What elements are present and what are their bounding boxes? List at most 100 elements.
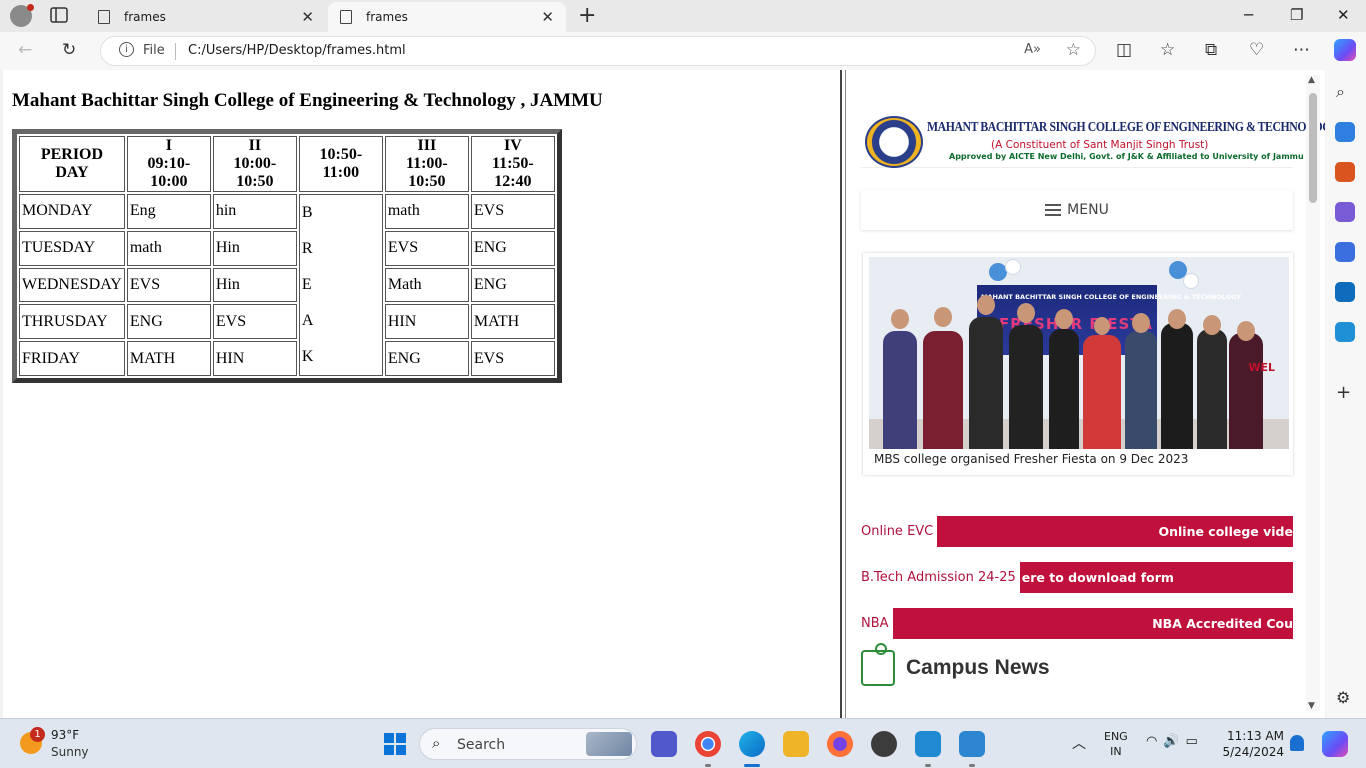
banner-text: MAHANT BACHITTAR SINGH COLLEGE OF ENGINE… [981, 293, 1242, 301]
browser-essentials-icon[interactable]: ♡ [1249, 40, 1264, 60]
book-reader-icon [861, 643, 895, 686]
ticker-label[interactable]: Online EVC [861, 524, 937, 539]
minimize-icon[interactable]: ─ [1244, 6, 1253, 24]
document-icon [98, 10, 110, 24]
firefox-icon[interactable] [827, 731, 853, 757]
show-hidden-icons-chevron-icon[interactable]: ︿ [1072, 733, 1086, 753]
tab-frames-1[interactable]: frames ✕ [86, 2, 326, 32]
subject-cell: MATH [126, 341, 211, 376]
split-screen-icon[interactable]: ◫ [1116, 40, 1132, 60]
person [1197, 329, 1227, 449]
site-name: MAHANT BACHITTAR SINGH COLLEGE OF ENGINE… [927, 120, 1325, 135]
person [1049, 329, 1079, 449]
favorites-icon[interactable]: ☆ [1160, 40, 1175, 60]
notification-bell-icon[interactable] [1290, 735, 1304, 751]
ticker-label[interactable]: NBA [861, 616, 893, 631]
person [969, 317, 1003, 449]
search-highlight-art[interactable] [586, 732, 632, 756]
restore-icon[interactable]: ❐ [1290, 6, 1303, 24]
edge-icon[interactable] [739, 731, 765, 757]
weather-desc[interactable]: Sunny [51, 745, 89, 759]
news-photo[interactable]: MAHANT BACHITTAR SINGH COLLEGE OF ENGINE… [869, 257, 1289, 449]
read-aloud-icon[interactable]: A» [1024, 42, 1041, 57]
campus-news-heading: Campus News [861, 643, 1050, 686]
shopping-tag-icon[interactable] [1335, 122, 1355, 142]
ticker-online-evc[interactable]: Online EVC Online college vide [861, 516, 1293, 547]
new-tab-icon[interactable]: + [578, 3, 596, 28]
profile-avatar-icon[interactable] [10, 4, 34, 27]
network-volume-battery-icons[interactable]: ◠🔊▭ [1146, 734, 1204, 749]
table-row: WEDNESDAY EVS Hin Math ENG [19, 267, 555, 303]
subject-cell: Eng [126, 194, 211, 229]
file-explorer-icon[interactable] [783, 731, 809, 757]
person [1083, 335, 1121, 449]
taskbar-search[interactable]: ⌕ Search [419, 728, 637, 760]
table-row: MONDAY Eng hin B R E A K math EVS [19, 194, 555, 376]
wordpress-icon[interactable] [871, 731, 897, 757]
outlook-icon[interactable] [1335, 282, 1355, 302]
drop-icon[interactable] [1335, 322, 1355, 342]
ticker-btech-admission[interactable]: B.Tech Admission 24-25 ere to download f… [861, 562, 1293, 593]
close-window-icon[interactable]: ✕ [1337, 6, 1350, 24]
taskbar: 1 93°F Sunny ⌕ Search ︿ ENG IN ◠🔊▭ 11:13… [0, 718, 1366, 768]
more-options-icon[interactable]: ⋯ [1293, 40, 1310, 60]
scroll-up-icon[interactable]: ▲ [1308, 75, 1315, 85]
break-letter: R [301, 240, 313, 257]
table-row: TUESDAY math Hin EVS ENG [19, 230, 555, 266]
menu-button[interactable]: MENU [861, 190, 1293, 230]
collections-icon[interactable]: ⧉ [1205, 40, 1217, 60]
person-head [977, 295, 995, 315]
close-tab-icon[interactable]: ✕ [541, 8, 554, 26]
vertical-scrollbar[interactable]: ▲ ▼ [1306, 75, 1320, 711]
settings-gear-icon[interactable]: ⚙ [1336, 688, 1350, 707]
hamburger-icon [1045, 204, 1062, 216]
refresh-icon[interactable]: ↻ [62, 40, 76, 60]
teams-icon[interactable] [651, 731, 677, 757]
copilot-taskbar-icon[interactable] [1322, 731, 1348, 757]
scheme-label: File [143, 43, 165, 58]
running-indicator [969, 764, 975, 767]
input-language[interactable]: ENG IN [1104, 729, 1128, 759]
notepad-icon[interactable] [959, 731, 985, 757]
news-card[interactable]: MAHANT BACHITTAR SINGH COLLEGE OF ENGINE… [863, 253, 1293, 475]
tools-icon[interactable] [1335, 162, 1355, 182]
favorite-star-icon[interactable]: ☆ [1066, 40, 1081, 60]
subject-cell: ENG [470, 267, 555, 303]
back-icon[interactable]: ← [18, 40, 32, 60]
add-sidebar-icon[interactable]: + [1336, 382, 1351, 403]
ticker-scroll[interactable]: NBA Accredited Cou [892, 608, 1293, 639]
weather-temp[interactable]: 93°F [51, 728, 79, 742]
start-button-icon[interactable] [384, 733, 406, 755]
person [1125, 331, 1157, 449]
tab-frames-2[interactable]: frames ✕ [328, 2, 566, 32]
news-caption[interactable]: MBS college organised Fresher Fiesta on … [874, 452, 1188, 466]
address-bar[interactable]: i File C:/Users/HP/Desktop/frames.html A… [100, 36, 1096, 66]
scroll-down-icon[interactable]: ▼ [1308, 701, 1315, 711]
ticker-label[interactable]: B.Tech Admission 24-25 [861, 570, 1020, 585]
break-letter: B [301, 204, 313, 221]
vscode-icon[interactable] [915, 731, 941, 757]
tab-actions-icon[interactable] [48, 6, 72, 26]
info-icon[interactable]: i [119, 42, 134, 57]
ticker-scroll[interactable]: Online college vide [937, 516, 1293, 547]
close-tab-icon[interactable]: ✕ [301, 8, 314, 26]
games-icon[interactable] [1335, 202, 1355, 222]
document-icon [340, 10, 352, 24]
tab-label: frames [366, 10, 408, 24]
divider [175, 43, 176, 60]
college-logo [865, 116, 923, 168]
ticker-nba[interactable]: NBA NBA Accredited Cou [861, 608, 1293, 639]
site-approval: Approved by AICTE New Delhi, Govt. of J&… [949, 152, 1304, 161]
site-header[interactable]: MAHANT BACHITTAR SINGH COLLEGE OF ENGINE… [861, 114, 1325, 168]
taskbar-clock[interactable]: 11:13 AM 5/24/2024 [1222, 728, 1284, 760]
header-period-label: PERIOD [40, 146, 104, 163]
chrome-icon[interactable] [695, 731, 721, 757]
scroll-thumb[interactable] [1309, 93, 1317, 203]
copilot-icon[interactable] [1334, 39, 1356, 61]
table-header-row: PERIOD DAY I 09:10-10:00 II 10:00-10:50 … [19, 136, 555, 192]
url-text[interactable]: C:/Users/HP/Desktop/frames.html [188, 43, 406, 58]
ticker-scroll[interactable]: ere to download form [1019, 562, 1293, 593]
search-icon[interactable]: ⌕ [1336, 82, 1345, 102]
person-head [1017, 303, 1035, 323]
microsoft-365-icon[interactable] [1335, 242, 1355, 262]
